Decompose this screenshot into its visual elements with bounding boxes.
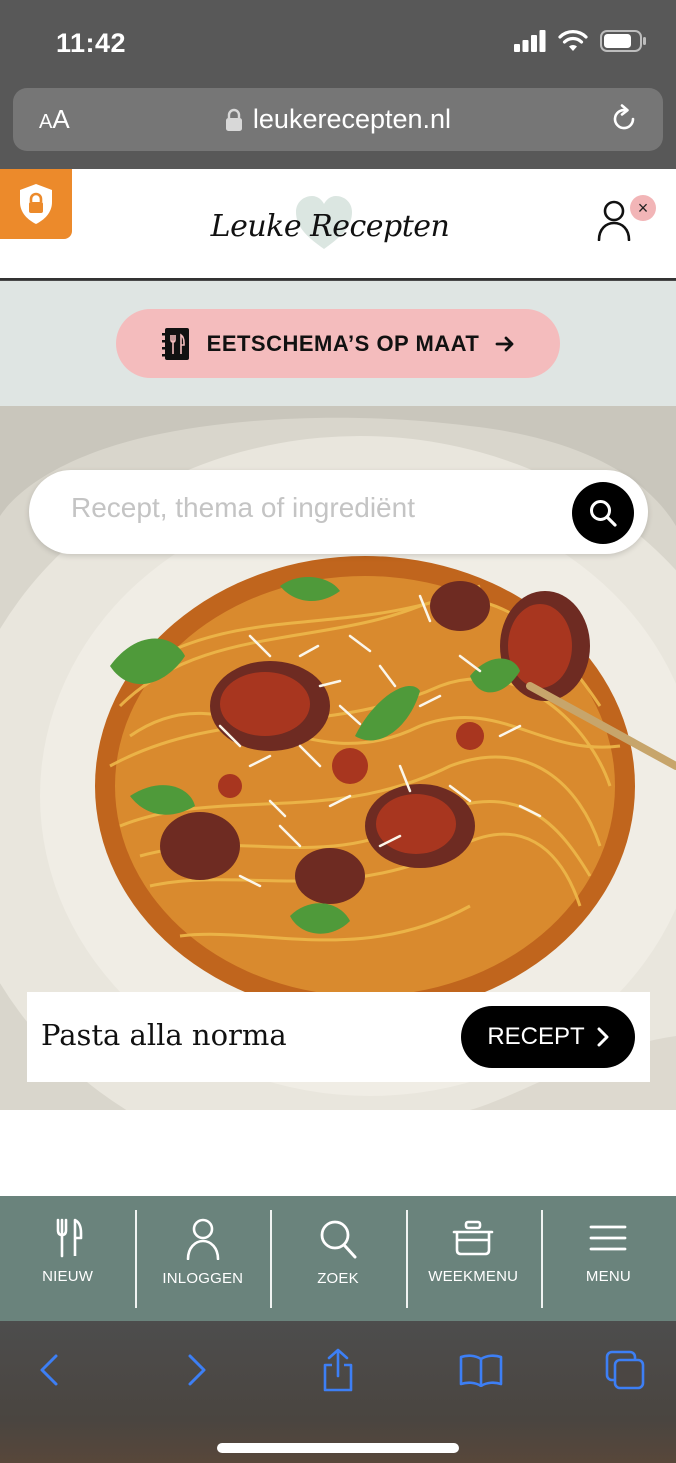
promo-band: EETSCHEMA’S OP MAAT — [0, 281, 676, 406]
featured-recipe-card: Pasta alla norma RECEPT — [27, 992, 650, 1082]
menu-book-icon — [161, 327, 189, 360]
user-icon — [186, 1218, 220, 1260]
logo-text: Leuke Recepten — [210, 208, 450, 244]
wifi-icon — [558, 30, 588, 51]
bookmarks-button[interactable] — [456, 1345, 506, 1395]
nav-label-search: ZOEK — [317, 1270, 359, 1287]
browser-chrome: AA leukerecepten.nl — [0, 88, 676, 169]
battery-icon — [600, 30, 646, 52]
home-indicator — [217, 1443, 459, 1453]
tabs-icon — [605, 1350, 645, 1390]
close-badge[interactable]: × — [630, 195, 656, 221]
featured-recipe-title: Pasta alla norma — [41, 1018, 287, 1052]
url-text: leukerecepten.nl — [252, 104, 452, 134]
shield-lock-icon — [20, 184, 52, 224]
book-icon — [459, 1354, 503, 1387]
nav-item-weekmenu[interactable]: WEEKMENU — [405, 1196, 541, 1321]
promo-label: EETSCHEMA’S OP MAAT — [206, 330, 480, 356]
nav-label-new: NIEUW — [42, 1268, 94, 1285]
status-time: 11:42 — [56, 28, 127, 58]
fork-knife-icon — [56, 1218, 82, 1258]
signal-icon — [514, 30, 546, 52]
pot-icon — [452, 1220, 494, 1256]
recipe-button[interactable]: RECEPT — [461, 1006, 635, 1068]
lock-icon — [225, 108, 242, 131]
address-bar[interactable]: AA leukerecepten.nl — [13, 88, 663, 151]
share-icon — [323, 1348, 353, 1392]
chevron-right-icon — [597, 1027, 609, 1047]
browser-toolbar — [0, 1321, 676, 1463]
arrow-right-icon — [495, 336, 514, 351]
site-bottom-nav: NIEUW INLOGGEN ZOEK WEEKMENU MENU — [0, 1196, 676, 1321]
reload-icon[interactable] — [609, 104, 639, 134]
search-icon — [590, 500, 617, 527]
recipe-button-label: RECEPT — [487, 1023, 585, 1050]
content-spacer — [0, 1110, 676, 1196]
share-button[interactable] — [313, 1345, 363, 1395]
nav-item-login[interactable]: INLOGGEN — [135, 1196, 270, 1321]
url-display[interactable]: leukerecepten.nl — [13, 104, 663, 135]
chevron-right-icon — [188, 1354, 206, 1386]
status-bar: 11:42 — [0, 0, 676, 88]
nav-item-search[interactable]: ZOEK — [270, 1196, 405, 1321]
nav-item-new[interactable]: NIEUW — [0, 1196, 135, 1321]
nav-label-menu: MENU — [585, 1268, 631, 1285]
status-icons — [514, 30, 646, 52]
back-button[interactable] — [24, 1345, 74, 1395]
nav-item-menu[interactable]: MENU — [540, 1196, 676, 1321]
search-icon — [320, 1220, 357, 1259]
tabs-button[interactable] — [600, 1345, 650, 1395]
search-button[interactable] — [572, 482, 634, 544]
hero-section: Pasta alla norma RECEPT — [0, 406, 676, 1110]
forward-button[interactable] — [172, 1345, 222, 1395]
site-header: Leuke Recepten × — [0, 169, 676, 280]
site-logo[interactable]: Leuke Recepten — [200, 191, 460, 261]
nav-label-login: INLOGGEN — [162, 1270, 244, 1287]
search-input[interactable] — [71, 492, 551, 524]
privacy-settings-button[interactable] — [0, 169, 72, 239]
user-icon — [597, 200, 631, 242]
account-button[interactable]: × — [596, 195, 656, 249]
nav-label-weekmenu: WEEKMENU — [428, 1268, 519, 1285]
search-bar[interactable] — [29, 470, 648, 554]
meal-plan-button[interactable]: EETSCHEMA’S OP MAAT — [116, 309, 560, 378]
hamburger-icon — [590, 1225, 627, 1251]
page: 11:42 AA leukerecepten.nl Leuke Recepten… — [0, 0, 676, 1463]
chevron-left-icon — [40, 1354, 58, 1386]
